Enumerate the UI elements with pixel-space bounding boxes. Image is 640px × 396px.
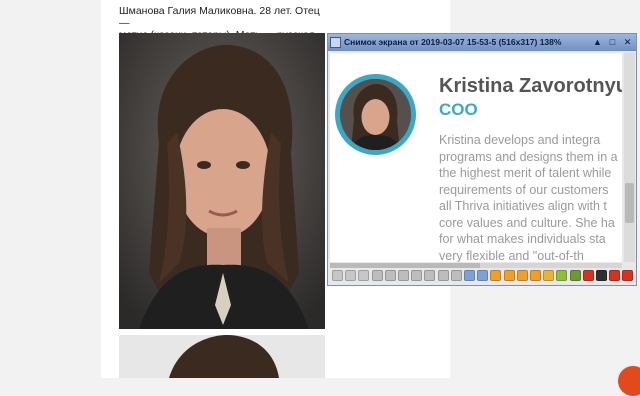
back-icon[interactable] <box>332 270 343 281</box>
crop-icon[interactable] <box>424 270 436 281</box>
rotate-right-icon[interactable] <box>384 270 396 281</box>
bio-line: very flexible and "out-of-th <box>439 248 584 263</box>
save-icon[interactable] <box>556 270 568 281</box>
undo-icon[interactable] <box>490 270 502 281</box>
maximize-button[interactable]: □ <box>607 37 618 48</box>
actual-size-icon[interactable] <box>450 270 462 281</box>
viewer-titlebar[interactable]: Снимок экрана от 2019-03-07 15-53-5 (516… <box>328 34 636 51</box>
bio-line: requirements of our customers <box>439 182 609 197</box>
bio-line: all Thriva initiatives align with t <box>439 199 607 213</box>
open-folder-icon[interactable] <box>543 270 555 281</box>
mirror-icon[interactable] <box>411 270 423 281</box>
zoom-out-icon[interactable] <box>477 270 489 281</box>
floating-action-button[interactable] <box>618 366 640 396</box>
vertical-scroll-thumb[interactable] <box>625 183 634 223</box>
window-menu-icon[interactable] <box>330 37 341 48</box>
second-portrait-photo <box>119 335 325 378</box>
swap-icon[interactable] <box>516 270 528 281</box>
image-canvas[interactable]: Kristina Zavorotnyuk COO Kristina develo… <box>330 53 622 262</box>
forward-icon[interactable] <box>345 270 357 281</box>
sort-icon[interactable] <box>530 270 541 281</box>
close-button[interactable]: ✕ <box>622 37 633 48</box>
vertical-scrollbar[interactable] <box>624 53 635 262</box>
shade-button[interactable]: ▲ <box>592 37 603 48</box>
bio-line: Kristina develops and integra <box>439 133 601 147</box>
rotate-left-icon[interactable] <box>371 270 383 281</box>
play-icon[interactable] <box>358 270 370 281</box>
profile-name: Kristina Zavorotnyuk <box>439 75 622 97</box>
caption-line-1: Шманова Галия Маликовна. 28 лет. Отец — <box>119 5 320 29</box>
profile-bio: Kristina develops and integra programs a… <box>439 132 622 262</box>
zoom-in-icon[interactable] <box>464 270 475 281</box>
image-viewer-window[interactable]: Снимок экрана от 2019-03-07 15-53-5 (516… <box>327 33 637 286</box>
viewer-title: Снимок экрана от 2019-03-07 15-53-5 (516… <box>344 37 562 47</box>
portrait-photo <box>119 33 325 329</box>
flip-icon[interactable] <box>398 270 409 281</box>
settings-icon[interactable] <box>609 270 621 281</box>
fit-icon[interactable] <box>437 270 449 281</box>
profile-role: COO <box>439 100 478 119</box>
redo-icon[interactable] <box>503 270 515 281</box>
bio-line: core values and culture. She ha <box>439 215 615 230</box>
print-icon[interactable] <box>569 270 581 281</box>
profile-avatar <box>335 74 416 155</box>
info-icon[interactable] <box>596 270 607 281</box>
bio-line: programs and designs them in a <box>439 149 618 164</box>
exit-icon[interactable] <box>622 270 634 281</box>
delete-icon[interactable] <box>582 270 594 281</box>
viewer-toolbar <box>328 268 636 286</box>
bio-line: for what makes individuals sta <box>439 232 606 246</box>
bio-line: the highest merit of talent while <box>439 166 612 180</box>
